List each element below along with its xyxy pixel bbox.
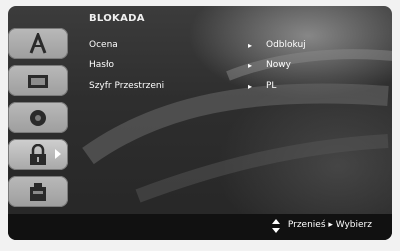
pointer-icon: ▸ — [248, 41, 253, 50]
footer-hint: Przenieś ▸ Wybierz — [287, 220, 372, 230]
sidebar-item-screen[interactable] — [8, 65, 68, 96]
speaker-icon — [30, 110, 46, 126]
up-down-arrow-icon — [272, 219, 280, 233]
setting-row-haslo[interactable]: Hasło ▸ Nowy — [89, 60, 379, 76]
sidebar — [8, 28, 70, 210]
setting-label: Ocena — [89, 40, 118, 50]
selected-arrow-icon — [55, 149, 61, 159]
other-icon — [30, 183, 46, 201]
footer-bar: Przenieś ▸ Wybierz — [8, 214, 392, 240]
lock-icon — [30, 144, 46, 165]
sidebar-item-other[interactable] — [8, 176, 68, 207]
sidebar-item-lock[interactable] — [8, 139, 68, 170]
disc-icon — [29, 33, 47, 54]
sidebar-item-disc[interactable] — [8, 28, 68, 59]
setting-row-ocena[interactable]: Ocena ▸ Odblokuj — [89, 40, 379, 56]
pointer-icon: ▸ — [248, 61, 253, 70]
setting-label: Szyfr Przestrzeni — [89, 81, 165, 91]
screen-icon — [28, 75, 48, 88]
menu-title: BLOKADA — [89, 13, 145, 24]
setting-value: PL — [266, 81, 277, 91]
setting-value: Odblokuj — [266, 40, 306, 50]
dvd-menu-screen: BLOKADA Ocena ▸ Odblokuj Hasło ▸ Nowy Sz… — [0, 0, 400, 251]
sidebar-item-audio[interactable] — [8, 102, 68, 133]
setting-value: Nowy — [266, 60, 291, 70]
pointer-icon: ▸ — [248, 82, 253, 91]
setting-label: Hasło — [89, 60, 115, 70]
setting-row-szyfr-przestrzeni[interactable]: Szyfr Przestrzeni ▸ PL — [89, 81, 379, 97]
